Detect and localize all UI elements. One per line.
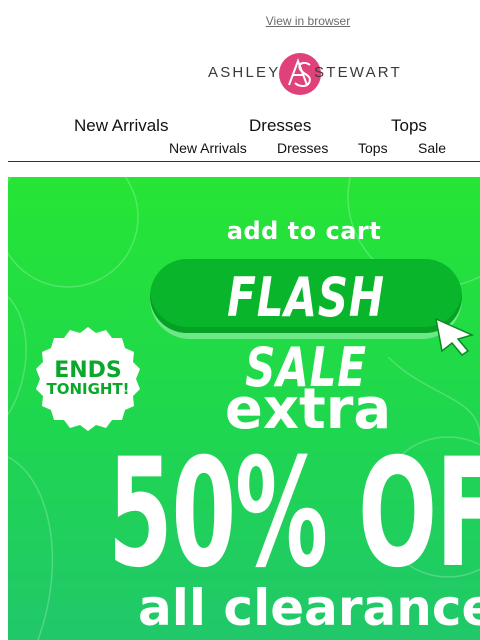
flash-sale-banner[interactable]: add to cart FLASH SALE ENDS TONIGHT! ext… — [8, 177, 480, 640]
subnav-new-arrivals[interactable]: New Arrivals — [169, 140, 247, 156]
nav-divider — [8, 161, 480, 162]
secondary-nav: New Arrivals Dresses Tops Sale — [0, 140, 480, 156]
clearance-text: all clearance — [138, 579, 480, 637]
view-in-browser-link[interactable]: View in browser — [0, 14, 480, 28]
brand-name-left: ASHLEY — [208, 64, 281, 81]
subnav-dresses[interactable]: Dresses — [277, 140, 328, 156]
nav-tops[interactable]: Tops — [391, 116, 427, 136]
subnav-tops[interactable]: Tops — [358, 140, 388, 156]
nav-new-arrivals[interactable]: New Arrivals — [74, 116, 168, 136]
nav-dresses[interactable]: Dresses — [249, 116, 311, 136]
primary-nav: New Arrivals Dresses Tops — [0, 116, 480, 136]
brand-logo[interactable]: ASHLEY STEWART — [208, 52, 408, 96]
subnav-sale[interactable]: Sale — [418, 140, 446, 156]
brand-name-right: STEWART — [314, 64, 402, 81]
add-to-cart-text: add to cart — [226, 217, 382, 245]
discount-headline: 50% OFF — [108, 427, 480, 601]
flash-sale-text: FLASH SALE — [227, 266, 385, 399]
cursor-arrow-icon — [434, 317, 475, 356]
